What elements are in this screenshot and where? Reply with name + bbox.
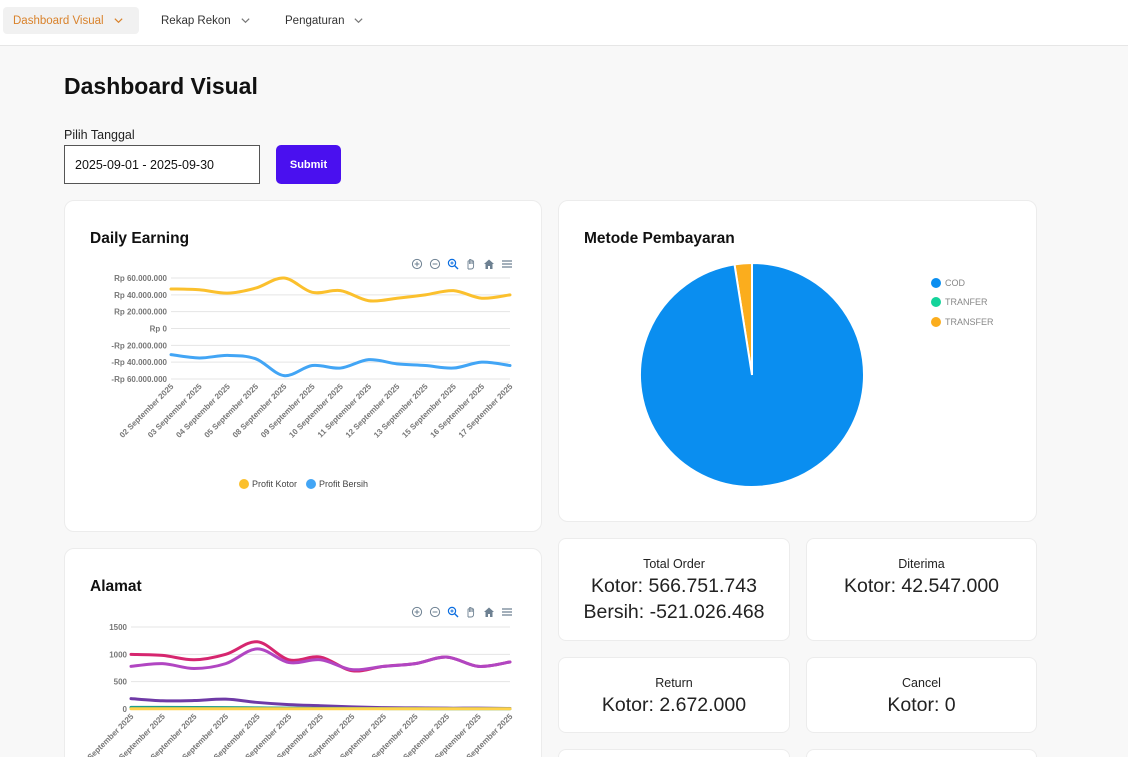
y-tick-label: 0 <box>123 705 128 714</box>
y-tick-label: Rp 0 <box>150 325 168 334</box>
diterima-card: Diterima Kotor: 42.547.000 <box>806 538 1037 641</box>
x-tick-label: 16 September 2025 <box>429 382 487 440</box>
legend-item-transfer[interactable]: TRANSFER <box>931 317 994 327</box>
return-card: Return Kotor: 2.672.000 <box>558 657 790 733</box>
cancel-title: Cancel <box>902 676 941 690</box>
cancel-kotor: Kotor: 0 <box>887 694 956 716</box>
page-title: Dashboard Visual <box>64 73 258 99</box>
pie-slice-cod <box>639 261 865 488</box>
nav-dashboard-visual[interactable]: Dashboard Visual <box>3 7 139 34</box>
total-order-card: Total Order Kotor: 566.751.743 Bersih: -… <box>558 538 790 641</box>
date-range-input[interactable] <box>64 145 260 184</box>
legend-marker-transfer <box>931 317 941 327</box>
x-tick-label: 11 September 2025 <box>316 382 374 440</box>
x-tick-label: 05 September 2025 <box>203 382 261 440</box>
total-order-kotor: Kotor: 566.751.743 <box>591 575 757 597</box>
daily-earning-chart: Rp 60.000.000 Rp 40.000.000 Rp 20.000.000 R… <box>111 274 515 440</box>
y-tick-label: Rp 40.000.000 <box>114 291 167 300</box>
series-line-1 <box>169 276 512 303</box>
x-tick-label: 02 September 2025 <box>118 382 176 440</box>
x-tick-label: 08 September 2025 <box>231 382 289 440</box>
legend-marker-profit-kotor <box>239 479 249 489</box>
daily-earning-legend: Profit Kotor Profit Bersih <box>239 479 368 489</box>
chevron-down-icon <box>354 18 364 24</box>
legend-item-tranfer[interactable]: TRANFER <box>931 297 988 307</box>
y-tick-label: -Rp 60.000.000 <box>111 375 167 384</box>
submit-button[interactable]: Submit <box>276 145 341 184</box>
chevron-down-icon <box>113 18 123 24</box>
total-order-bersih: Bersih: -521.026.468 <box>583 601 765 623</box>
y-tick-label: -Rp 20.000.000 <box>111 341 167 350</box>
series-line-2 <box>169 353 512 378</box>
cancel-card: Cancel Kotor: 0 <box>806 657 1037 733</box>
y-tick-label: Rp 60.000.000 <box>114 274 167 283</box>
date-label: Pilih Tanggal <box>64 128 135 142</box>
y-tick-label: Rp 20.000.000 <box>114 308 167 317</box>
diterima-kotor: Kotor: 42.547.000 <box>843 575 1000 597</box>
legend-label-cod: COD <box>945 278 965 288</box>
stat-card-partial <box>806 749 1037 757</box>
legend-item-cod[interactable]: COD <box>931 278 965 288</box>
nav-pengaturan[interactable]: Pengaturan <box>275 7 380 34</box>
stat-card-partial <box>558 749 790 757</box>
total-order-title: Total Order <box>643 557 705 571</box>
legend-marker-profit-bersih <box>306 479 317 489</box>
x-tick-label: 03 September 2025 <box>146 382 204 440</box>
y-tick-label: 500 <box>114 678 128 687</box>
alamat-chart: 15001000500002 September 202503 Septembe… <box>78 623 515 757</box>
legend-label-profit-kotor[interactable]: Profit Kotor <box>252 479 297 489</box>
chevron-down-icon <box>241 18 250 24</box>
x-tick-label: 12 September 2025 <box>344 382 402 440</box>
y-tick-label: -Rp 40.000.000 <box>111 358 167 367</box>
nav-label: Pengaturan <box>285 14 345 27</box>
x-tick-label: 15 September 2025 <box>400 382 458 440</box>
nav-label: Dashboard Visual <box>13 14 104 27</box>
legend-label-transfer: TRANSFER <box>945 317 994 327</box>
payment-pie-chart <box>639 261 865 488</box>
legend-label-profit-bersih[interactable]: Profit Bersih <box>319 479 368 489</box>
x-tick-label: 17 September 2025 <box>457 382 515 440</box>
metode-pembayaran-card: Metode Pembayaran COD TRANFER TRANSFER <box>558 200 1037 522</box>
y-tick-label: 1000 <box>109 650 127 659</box>
diterima-title: Diterima <box>898 557 945 571</box>
legend-label-tranfer: TRANFER <box>945 297 988 307</box>
return-title: Return <box>655 676 693 690</box>
return-kotor: Kotor: 2.672.000 <box>601 694 747 716</box>
legend-marker-tranfer <box>931 297 941 307</box>
legend-marker-cod <box>931 278 941 288</box>
x-tick-label: 10 September 2025 <box>287 382 345 440</box>
top-navbar: Dashboard Visual Rekap Rekon Pengaturan <box>0 0 1128 46</box>
nav-label: Rekap Rekon <box>161 14 231 27</box>
x-tick-label: 13 September 2025 <box>372 382 430 440</box>
nav-rekap-rekon[interactable]: Rekap Rekon <box>151 7 261 34</box>
x-tick-label: 04 September 2025 <box>174 382 232 440</box>
alamat-card: Alamat 1500 1000 500 0 02 September 2025 03 S… <box>64 548 542 757</box>
daily-earning-card: Daily Earning Rp 60.000.000 Rp 40.000.000… <box>64 200 542 532</box>
x-tick-label: 09 September 2025 <box>259 382 317 440</box>
y-tick-label: 1500 <box>109 623 127 632</box>
